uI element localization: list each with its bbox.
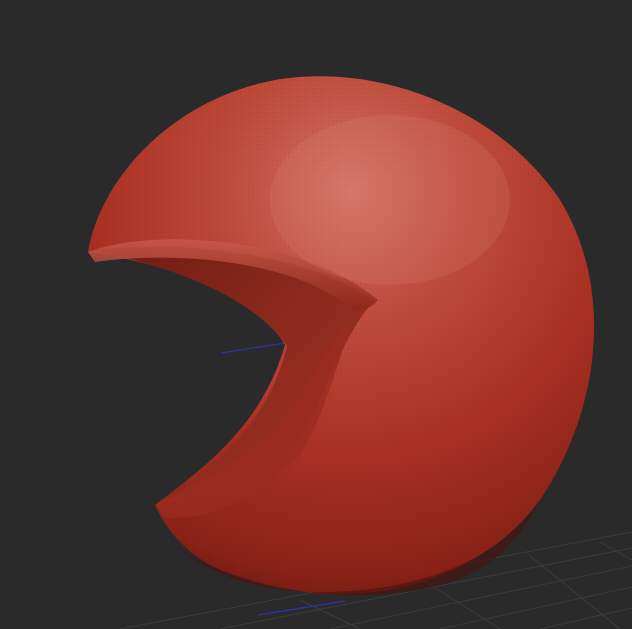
3d-viewport[interactable] <box>0 0 632 629</box>
viewport-canvas[interactable] <box>0 0 632 629</box>
specular-highlight <box>270 115 510 285</box>
sculpted-sphere-model[interactable] <box>88 76 595 595</box>
axis-line-upper <box>220 342 286 354</box>
